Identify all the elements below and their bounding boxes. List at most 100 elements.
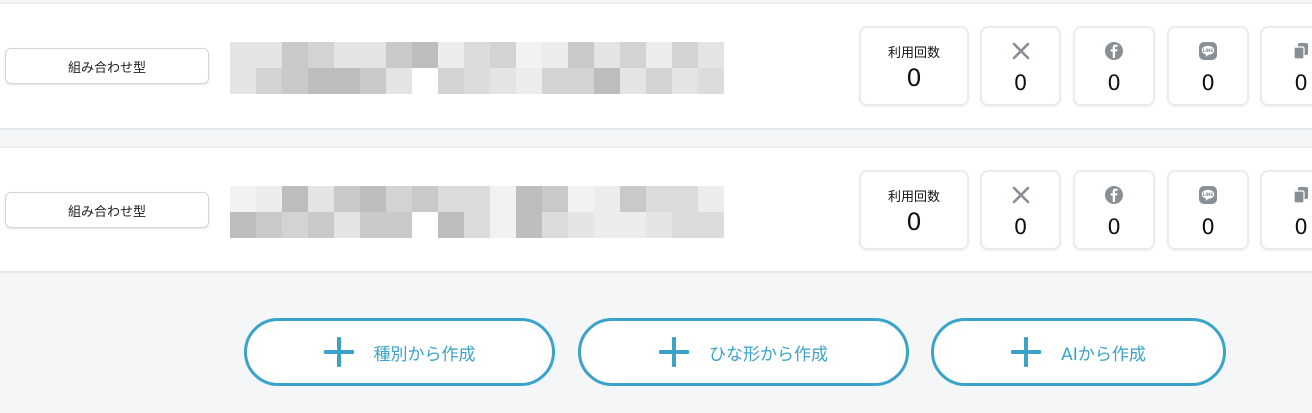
mosaic-cell [256, 42, 282, 68]
type-badge[interactable]: 組み合わせ型 [5, 48, 209, 84]
x-share-count-box: 0 [980, 170, 1061, 250]
x-share-count: 0 [1013, 71, 1028, 95]
x-icon [1012, 42, 1029, 60]
mosaic-cell [386, 186, 412, 212]
create-with-ai-label: AIから作成 [1061, 344, 1146, 365]
mosaic-cell [256, 212, 282, 238]
mosaic-cell [620, 42, 646, 68]
line-share-count: 0 [1201, 71, 1215, 95]
mosaic-cell [282, 68, 308, 94]
mosaic-cell [386, 42, 412, 68]
mosaic-cell [438, 42, 464, 68]
mosaic-cell [516, 186, 542, 212]
svg-text:LINE: LINE [1203, 192, 1214, 197]
mosaic-cell [672, 212, 698, 238]
mosaic-cell [256, 186, 282, 212]
usage-count-label: 利用回数 [887, 46, 940, 61]
blurred-title [230, 42, 724, 94]
facebook-share-count: 0 [1107, 71, 1121, 95]
x-share-count: 0 [1013, 215, 1028, 239]
plus-icon [659, 337, 689, 367]
create-from-template-label: ひな形から作成 [709, 344, 828, 365]
mosaic-cell [360, 186, 386, 212]
mosaic-cell [646, 42, 672, 68]
mosaic-cell [308, 212, 334, 238]
mosaic-cell [698, 68, 724, 94]
mosaic-cell [412, 212, 438, 238]
mosaic-cell [360, 212, 386, 238]
mosaic-cell [516, 212, 542, 238]
mosaic-cell [230, 42, 256, 68]
x-icon [1012, 186, 1029, 204]
mosaic-cell [282, 186, 308, 212]
mosaic-cell [542, 42, 568, 68]
mosaic-cell [542, 212, 568, 238]
mosaic-cell [230, 68, 256, 94]
mosaic-cell [672, 68, 698, 94]
mosaic-cell [568, 42, 594, 68]
mosaic-cell [256, 68, 282, 94]
mosaic-cell [568, 212, 594, 238]
mosaic-cell [646, 186, 672, 212]
copy-icon [1293, 187, 1308, 204]
x-share-count-box: 0 [980, 26, 1061, 106]
mosaic-cell [490, 68, 516, 94]
mosaic-cell [308, 68, 334, 94]
mosaic-cell [308, 186, 334, 212]
mosaic-cell [334, 212, 360, 238]
mosaic-cell [438, 68, 464, 94]
mosaic-cell [464, 186, 490, 212]
content-card[interactable]: 組み合わせ型 利用回数 0 0 0 LINE 0 0 [0, 146, 1312, 273]
mosaic-cell [334, 68, 360, 94]
copy-count-box: 0 [1260, 170, 1312, 250]
line-icon: LINE [1199, 186, 1217, 204]
mosaic-cell [698, 186, 724, 212]
mosaic-cell [594, 42, 620, 68]
mosaic-cell [516, 68, 542, 94]
facebook-share-count-box: 0 [1073, 26, 1155, 106]
mosaic-cell [594, 186, 620, 212]
mosaic-cell [646, 68, 672, 94]
svg-text:LINE: LINE [1203, 48, 1214, 53]
content-card[interactable]: 組み合わせ型 利用回数 0 0 0 LINE 0 0 [0, 2, 1312, 130]
line-share-count-box: LINE 0 [1167, 170, 1249, 250]
facebook-share-count-box: 0 [1073, 170, 1155, 250]
mosaic-cell [620, 68, 646, 94]
copy-count: 0 [1294, 71, 1308, 95]
usage-count-label: 利用回数 [887, 190, 940, 205]
mosaic-cell [360, 42, 386, 68]
plus-icon [1011, 337, 1042, 367]
mosaic-cell [516, 42, 542, 68]
create-with-ai-button[interactable]: AIから作成 [931, 318, 1226, 386]
mosaic-cell [698, 42, 724, 68]
mosaic-cell [620, 212, 646, 238]
facebook-share-count: 0 [1107, 215, 1121, 239]
blurred-title [230, 186, 724, 238]
mosaic-cell [568, 186, 594, 212]
type-badge[interactable]: 組み合わせ型 [5, 192, 209, 228]
mosaic-cell [386, 68, 412, 94]
usage-count-box: 利用回数 0 [859, 26, 969, 106]
plus-icon [323, 337, 354, 367]
usage-count-value: 0 [906, 208, 922, 236]
line-share-count-box: LINE 0 [1167, 26, 1249, 106]
mosaic-cell [438, 212, 464, 238]
create-by-type-button[interactable]: 種別から作成 [244, 318, 555, 386]
create-from-template-button[interactable]: ひな形から作成 [578, 318, 909, 386]
mosaic-cell [334, 186, 360, 212]
mosaic-cell [490, 186, 516, 212]
mosaic-cell [594, 68, 620, 94]
copy-count-box: 0 [1260, 26, 1312, 106]
mosaic-cell [568, 68, 594, 94]
mosaic-cell [230, 186, 256, 212]
mosaic-cell [308, 42, 334, 68]
usage-count-box: 利用回数 0 [859, 170, 969, 250]
mosaic-cell [490, 42, 516, 68]
copy-icon [1293, 43, 1308, 60]
mosaic-cell [594, 212, 620, 238]
mosaic-cell [438, 186, 464, 212]
mosaic-cell [412, 186, 438, 212]
mosaic-cell [412, 68, 438, 94]
mosaic-cell [464, 68, 490, 94]
copy-count: 0 [1294, 215, 1308, 239]
